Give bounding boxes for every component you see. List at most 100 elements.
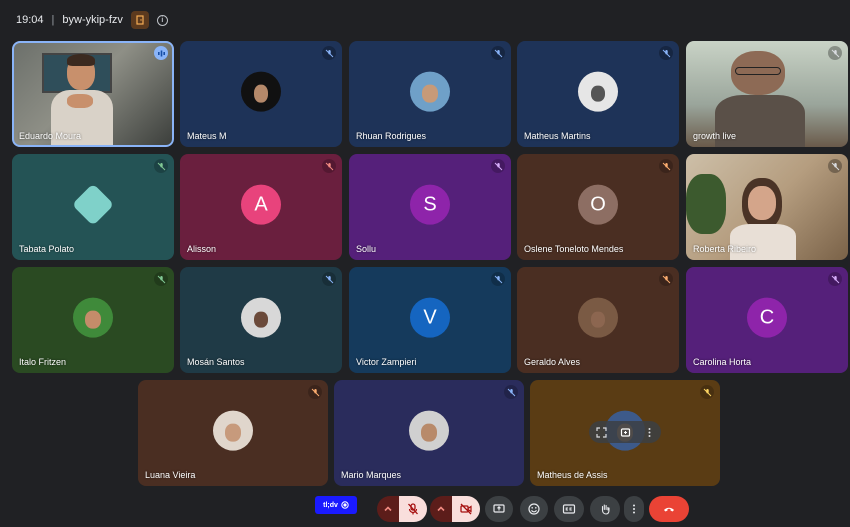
- chevron-up-icon: [437, 506, 445, 512]
- avatar: [578, 71, 618, 112]
- avatar: [241, 297, 281, 338]
- avatar: A: [241, 184, 281, 225]
- participant-tile[interactable]: Matheus de Assis: [530, 380, 720, 486]
- participant-tile[interactable]: Luana Vieira: [138, 380, 328, 486]
- frame-icon[interactable]: [595, 426, 607, 438]
- emoji-icon: [528, 503, 540, 515]
- present-screen-button[interactable]: [485, 496, 513, 522]
- plant-background: [686, 174, 726, 234]
- record-icon: [341, 501, 349, 509]
- mic-off-icon: [408, 503, 418, 515]
- tldv-label: tl;dv: [323, 501, 338, 509]
- mic-off-icon: [828, 159, 842, 173]
- participant-tile[interactable]: A Alisson: [180, 154, 342, 260]
- participant-name: Mario Marques: [341, 470, 402, 480]
- participant-name: Mateus M: [187, 131, 227, 141]
- avatar: [578, 297, 618, 338]
- mic-off-icon: [154, 159, 168, 173]
- participant-name: Roberta Ribeiro: [693, 244, 757, 254]
- pin-icon[interactable]: [620, 427, 631, 438]
- participant-name: Carolina Horta: [693, 357, 752, 367]
- tldv-extension-chip[interactable]: tl;dv: [315, 496, 357, 514]
- participant-name: Matheus de Assis: [537, 470, 608, 480]
- camera-toggle-button[interactable]: [452, 496, 480, 522]
- avatar: [73, 184, 113, 225]
- participant-name: Mosán Santos: [187, 357, 245, 367]
- video-options-button[interactable]: [430, 496, 452, 522]
- participant-name: Geraldo Alves: [524, 357, 581, 367]
- separator: |: [51, 14, 55, 26]
- hand-icon: [601, 504, 610, 515]
- avatar: [410, 71, 450, 112]
- mic-off-icon: [828, 272, 842, 286]
- participant-tile[interactable]: Rhuan Rodrigues: [349, 41, 511, 147]
- mic-off-icon: [828, 46, 842, 60]
- more-vert-icon: [633, 504, 635, 514]
- hang-up-icon: [664, 507, 674, 512]
- avatar: C: [747, 297, 787, 338]
- participant-name: Rhuan Rodrigues: [356, 131, 427, 141]
- participant-tile[interactable]: Mateus M: [180, 41, 342, 147]
- mic-off-icon: [700, 385, 714, 399]
- participant-tile[interactable]: C Carolina Horta: [686, 267, 848, 373]
- participant-tile[interactable]: Matheus Martins: [517, 41, 679, 147]
- participant-name: Alisson: [187, 244, 217, 254]
- participant-name: Matheus Martins: [524, 131, 591, 141]
- tile-hover-toolbar: [589, 421, 661, 443]
- mic-off-icon: [659, 46, 673, 60]
- avatar: V: [410, 297, 450, 338]
- avatar: [73, 297, 113, 338]
- participant-tile[interactable]: Tabata Polato: [12, 154, 174, 260]
- participant-tile[interactable]: V Victor Zampieri: [349, 267, 511, 373]
- participant-name: Sollu: [356, 244, 377, 254]
- participant-name: Italo Fritzen: [19, 357, 67, 367]
- participant-tile[interactable]: O Oslene Toneloto Mendes: [517, 154, 679, 260]
- present-screen-icon: [493, 504, 505, 513]
- participant-tile[interactable]: Eduardo Moura: [12, 41, 174, 147]
- reactions-button[interactable]: [520, 496, 548, 522]
- top-bar: 19:04 | byw-ykip-fzv i: [0, 0, 850, 40]
- chevron-up-icon: [384, 506, 392, 512]
- captions-icon: [562, 504, 576, 514]
- avatar: [409, 410, 449, 451]
- mic-off-icon: [308, 385, 322, 399]
- participant-tile[interactable]: Mosán Santos: [180, 267, 342, 373]
- participant-name: Luana Vieira: [145, 470, 196, 480]
- participant-name: Tabata Polato: [19, 244, 75, 254]
- mic-off-icon: [491, 272, 505, 286]
- avatar: O: [578, 184, 618, 225]
- participant-tile[interactable]: Mario Marques: [334, 380, 524, 486]
- mic-off-icon: [491, 46, 505, 60]
- clock-time: 19:04: [16, 14, 44, 26]
- mic-off-icon: [154, 272, 168, 286]
- participant-name: growth live: [693, 131, 737, 141]
- raise-hand-button[interactable]: [590, 496, 620, 522]
- participant-tile[interactable]: growth live: [686, 41, 848, 147]
- avatar: [213, 410, 253, 451]
- meeting-code: byw-ykip-fzv: [62, 14, 123, 26]
- camera-off-icon: [460, 503, 472, 515]
- more-options-icon[interactable]: [644, 427, 655, 438]
- captions-button[interactable]: [554, 496, 584, 522]
- audio-options-button[interactable]: [377, 496, 399, 522]
- mic-off-icon: [322, 46, 336, 60]
- participant-tile[interactable]: Geraldo Alves: [517, 267, 679, 373]
- mic-off-icon: [659, 159, 673, 173]
- participant-tile[interactable]: Roberta Ribeiro: [686, 154, 848, 260]
- info-icon[interactable]: i: [156, 14, 168, 26]
- door-icon[interactable]: [130, 11, 149, 29]
- mic-off-icon: [659, 272, 673, 286]
- participant-tile[interactable]: Italo Fritzen: [12, 267, 174, 373]
- call-controls-bar: tl;dv: [0, 492, 850, 527]
- person-video: [715, 51, 805, 147]
- participant-tile[interactable]: S Sollu: [349, 154, 511, 260]
- mic-off-icon: [491, 159, 505, 173]
- leave-call-button[interactable]: [649, 496, 689, 522]
- mic-off-icon: [322, 159, 336, 173]
- mic-toggle-button[interactable]: [399, 496, 427, 522]
- avatar: [241, 71, 281, 112]
- participant-name: Victor Zampieri: [356, 357, 417, 367]
- participant-name: Eduardo Moura: [19, 131, 82, 141]
- avatar: S: [410, 184, 450, 225]
- more-options-button[interactable]: [624, 496, 644, 522]
